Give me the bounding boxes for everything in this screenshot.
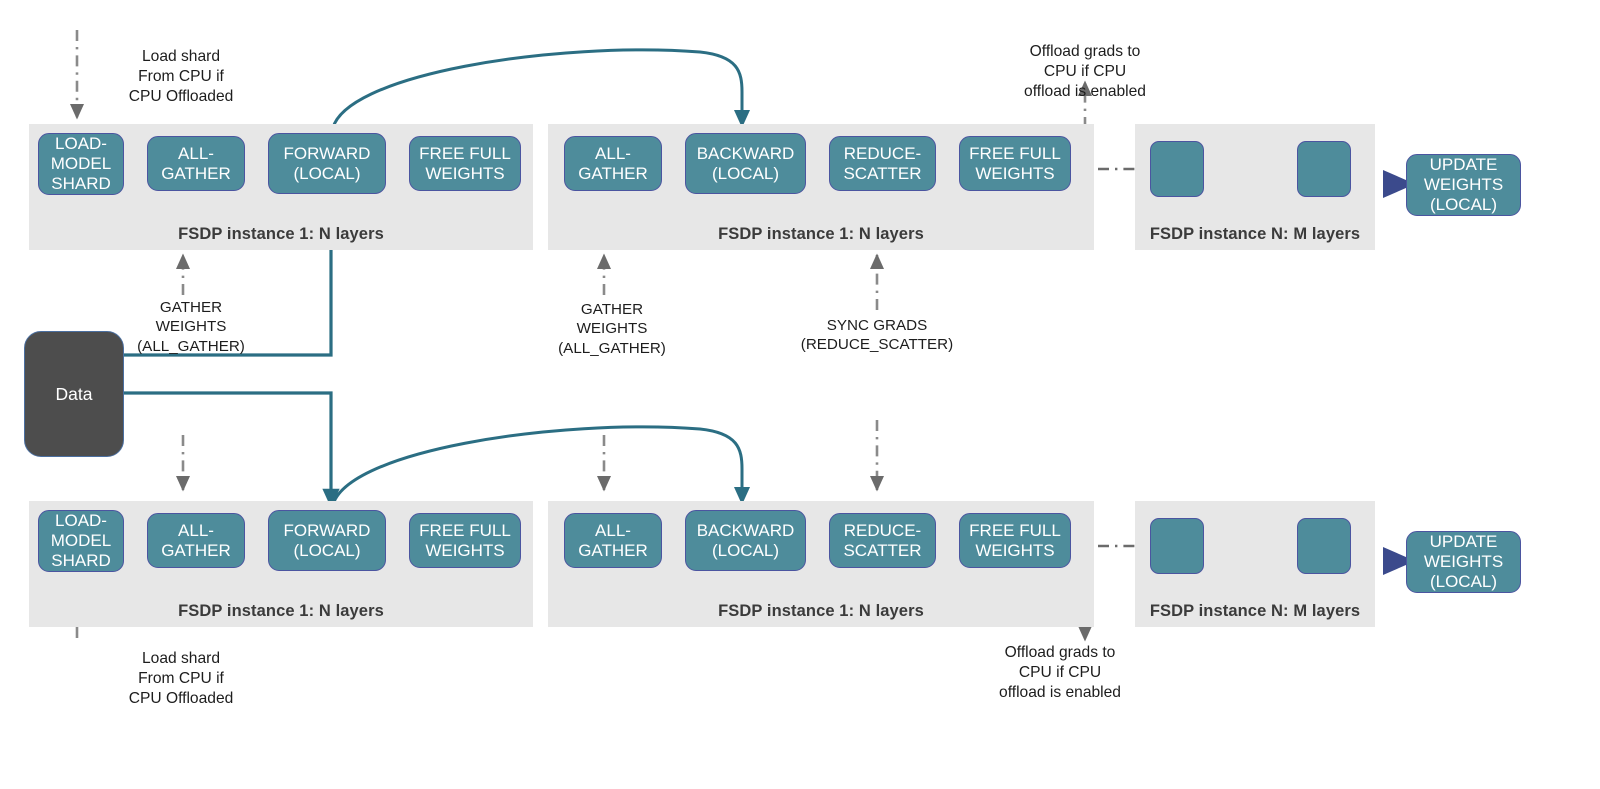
node-all-gather-2[interactable]: ALL- GATHER [564, 136, 662, 191]
node-line: FORWARD [283, 520, 371, 540]
node-forward-local[interactable]: FORWARD (LOCAL) [268, 133, 386, 194]
node-load-model-shard[interactable]: LOAD- MODEL SHARD [38, 133, 124, 195]
node-all-gather-b[interactable]: ALL- GATHER [147, 513, 245, 568]
node-line: GATHER [161, 163, 231, 183]
node-fsdpn-block-a[interactable] [1150, 141, 1204, 197]
note-offload-grads-bottom: Offload grads to CPU if CPU offload is e… [999, 644, 1121, 701]
teal-forward-backward-arcs [330, 48, 751, 511]
node-free-full-weights[interactable]: FREE FULL WEIGHTS [409, 136, 521, 191]
node-free-full-weights-2[interactable]: FREE FULL WEIGHTS [959, 136, 1071, 191]
label-sync-grads: SYNC GRADS (REDUCE_SCATTER) [800, 317, 954, 354]
node-line: GATHER [161, 540, 231, 560]
node-fsdpn-block-b[interactable] [1297, 141, 1351, 197]
data-source-box[interactable]: Data [24, 331, 124, 457]
node-line: (LOCAL) [711, 163, 780, 183]
node-line: WEIGHTS [1423, 552, 1504, 572]
panel-label: FSDP instance 1: N layers [178, 225, 384, 243]
node-backward-local[interactable]: BACKWARD (LOCAL) [685, 133, 806, 194]
node-backward-local-b[interactable]: BACKWARD (LOCAL) [685, 510, 806, 571]
panel-label: FSDP instance N: M layers [1149, 225, 1361, 243]
diagram-canvas: FSDP instance 1: N layers FSDP instance … [0, 0, 1600, 789]
node-load-model-shard-b[interactable]: LOAD- MODEL SHARD [38, 510, 124, 572]
node-line: GATHER [578, 163, 648, 183]
node-reduce-scatter-b[interactable]: REDUCE- SCATTER [829, 513, 936, 568]
node-line: REDUCE- [843, 520, 922, 540]
node-line: WEIGHTS [425, 540, 505, 560]
node-line: ALL- [178, 520, 214, 540]
node-line: FORWARD [283, 143, 371, 163]
node-line: BACKWARD [696, 143, 795, 163]
node-line: MODEL [50, 154, 112, 174]
node-line: SCATTER [843, 540, 922, 560]
node-line: FREE FULL [969, 520, 1061, 540]
panel-label: FSDP instance 1: N layers [718, 225, 924, 243]
node-line: ALL- [178, 143, 214, 163]
node-all-gather[interactable]: ALL- GATHER [147, 136, 245, 191]
node-line: SHARD [51, 550, 111, 570]
node-line: WEIGHTS [975, 540, 1055, 560]
node-fsdpn-block-ab[interactable] [1150, 518, 1204, 574]
note-offload-grads-top: Offload grads to CPU if CPU offload is e… [1024, 43, 1146, 100]
node-free-full-weights-2b[interactable]: FREE FULL WEIGHTS [959, 513, 1071, 568]
node-line: FREE FULL [419, 143, 511, 163]
node-update-weights-b[interactable]: UPDATE WEIGHTS (LOCAL) [1406, 531, 1521, 593]
node-line: LOAD- [55, 134, 107, 154]
node-line: UPDATE [1429, 155, 1498, 175]
label-gather-weights-left: GATHER WEIGHTS (ALL_GATHER) [137, 299, 245, 355]
panel-label: FSDP instance 1: N layers [178, 602, 384, 620]
node-fsdpn-block-bb[interactable] [1297, 518, 1351, 574]
node-line: LOAD- [55, 511, 107, 531]
node-line: REDUCE- [843, 143, 922, 163]
node-line: (LOCAL) [293, 540, 361, 560]
node-line: WEIGHTS [1423, 175, 1504, 195]
node-line: WEIGHTS [975, 163, 1055, 183]
node-line: (LOCAL) [293, 163, 361, 183]
panel-label: FSDP instance 1: N layers [718, 602, 924, 620]
node-line: FREE FULL [969, 143, 1061, 163]
note-load-shard-bottom: Load shard From CPU if CPU Offloaded [128, 650, 234, 707]
node-line: ALL- [595, 520, 631, 540]
node-reduce-scatter[interactable]: REDUCE- SCATTER [829, 136, 936, 191]
node-line: GATHER [578, 540, 648, 560]
data-source-label: Data [55, 383, 93, 404]
node-line: MODEL [50, 531, 112, 551]
node-line: WEIGHTS [425, 163, 505, 183]
node-line: BACKWARD [696, 520, 795, 540]
node-line: ALL- [595, 143, 631, 163]
node-all-gather-2b[interactable]: ALL- GATHER [564, 513, 662, 568]
node-line: (LOCAL) [1429, 194, 1498, 214]
node-line: SHARD [51, 173, 111, 193]
node-line: (LOCAL) [1429, 571, 1498, 591]
node-update-weights[interactable]: UPDATE WEIGHTS (LOCAL) [1406, 154, 1521, 216]
node-line: SCATTER [843, 163, 922, 183]
panel-label: FSDP instance N: M layers [1149, 602, 1361, 620]
node-line: UPDATE [1429, 532, 1498, 552]
node-free-full-weights-b[interactable]: FREE FULL WEIGHTS [409, 513, 521, 568]
label-gather-weights-mid: GATHER WEIGHTS (ALL_GATHER) [558, 301, 666, 357]
sync-dash-arrows [175, 253, 885, 492]
node-line: FREE FULL [419, 520, 511, 540]
node-forward-local-b[interactable]: FORWARD (LOCAL) [268, 510, 386, 571]
node-line: (LOCAL) [711, 540, 780, 560]
note-load-shard-top: Load shard From CPU if CPU Offloaded [128, 48, 234, 105]
